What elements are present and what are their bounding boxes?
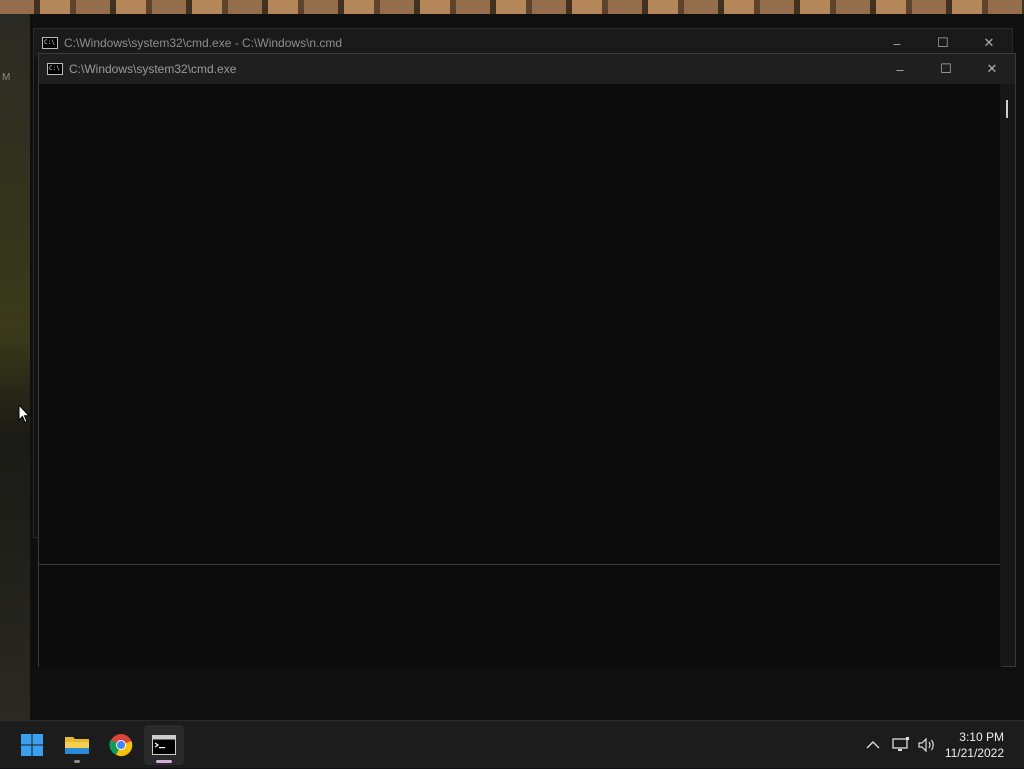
console-lower-area[interactable] <box>39 564 1001 667</box>
window-title: C:\Windows\system32\cmd.exe - C:\Windows… <box>64 36 343 50</box>
cmd-icon: C:\ <box>42 37 58 49</box>
start-button[interactable] <box>12 725 52 765</box>
running-indicator <box>74 760 80 763</box>
clock[interactable]: 3:10 PM 11/21/2022 <box>945 729 1004 761</box>
close-button[interactable]: ✕ <box>969 54 1015 84</box>
network-icon[interactable] <box>890 734 912 756</box>
chrome-icon <box>109 734 133 757</box>
clock-date: 11/21/2022 <box>944 746 1004 760</box>
vertical-scrollbar[interactable] <box>1000 84 1015 666</box>
volume-icon[interactable] <box>916 734 938 756</box>
scrollbar-thumb[interactable] <box>1006 100 1008 118</box>
minimize-button[interactable]: – <box>877 54 923 84</box>
cmd-window-foreground[interactable]: C:\ C:\Windows\system32\cmd.exe – ☐ ✕ <box>38 53 1016 667</box>
edge-label: M <box>2 72 11 83</box>
windows-logo-icon <box>21 734 43 756</box>
background-window-edge: M <box>0 14 30 720</box>
clock-time: 3:10 PM <box>959 730 1004 744</box>
maximize-button[interactable]: ☐ <box>923 54 969 84</box>
command-prompt-button[interactable] <box>144 725 184 765</box>
chrome-button[interactable] <box>101 725 141 765</box>
cmd-icon: C:\ <box>47 63 63 75</box>
window-title: C:\Windows\system32\cmd.exe <box>69 62 237 76</box>
console-output[interactable] <box>39 84 1001 564</box>
mouse-cursor-icon <box>18 404 30 424</box>
file-explorer-button[interactable] <box>57 725 97 765</box>
system-tray <box>862 721 938 769</box>
active-indicator <box>156 760 172 763</box>
show-hidden-icons-chevron-icon[interactable] <box>862 734 884 756</box>
title-bar[interactable]: C:\ C:\Windows\system32\cmd.exe – ☐ ✕ <box>39 54 1015 84</box>
folder-icon <box>65 737 89 754</box>
cmd-icon <box>152 735 176 755</box>
wallpaper <box>0 0 1024 14</box>
taskbar: 3:10 PM 11/21/2022 <box>0 720 1024 768</box>
